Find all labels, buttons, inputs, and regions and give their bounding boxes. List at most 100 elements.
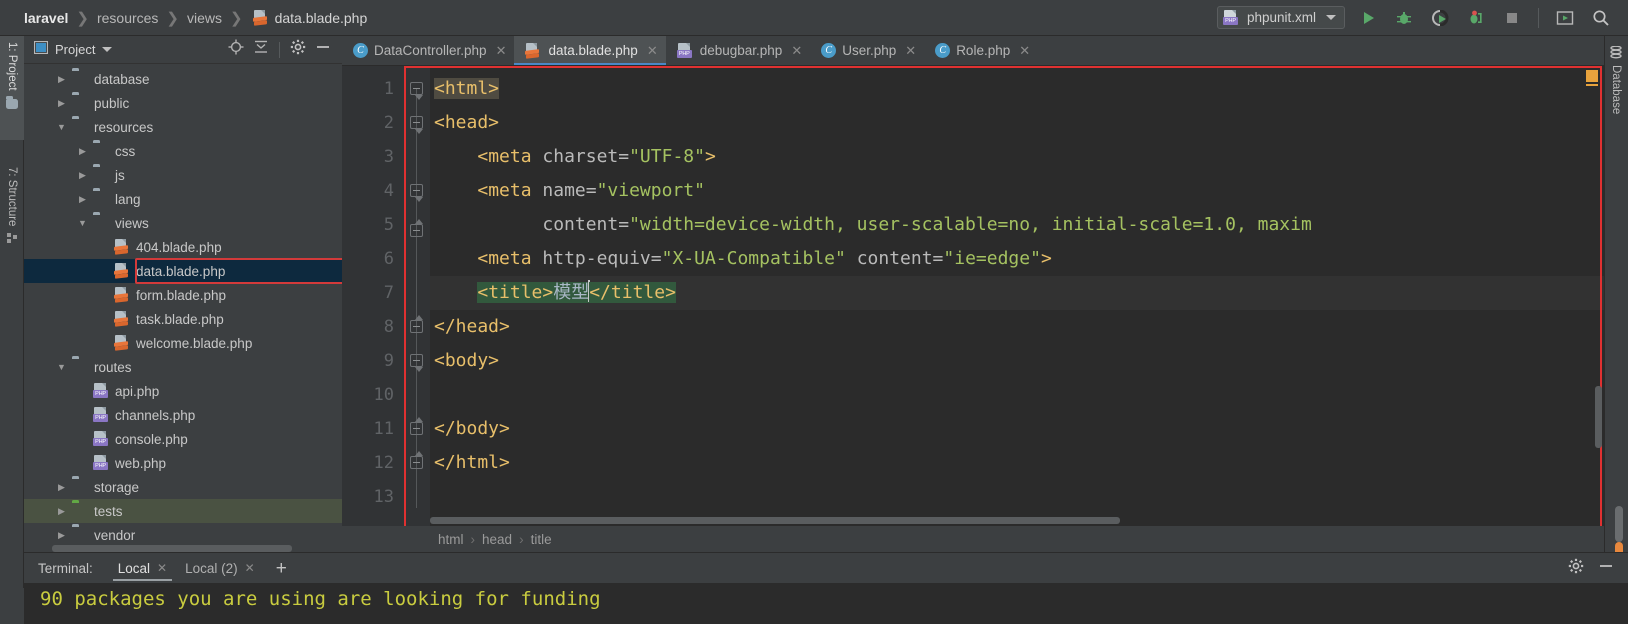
run-with-coverage-button[interactable] [1427,5,1453,31]
tree-item-api-php[interactable]: PHP api.php [24,379,342,403]
php-class-icon: C [935,43,951,58]
search-everywhere-button[interactable] [1588,5,1614,31]
code-horizontal-scrollbar[interactable] [430,517,1120,524]
chevron-right-icon[interactable]: ▶ [55,98,68,109]
code-folding-column[interactable] [404,66,430,526]
tree-item-vendor[interactable]: ▶ vendor [24,523,342,547]
close-icon[interactable]: ✕ [1019,43,1030,59]
fold-marker-head-end[interactable] [410,315,423,333]
tree-item-public[interactable]: ▶ public [24,91,342,115]
chevron-down-icon[interactable] [102,47,113,52]
tree-item-task-blade-php[interactable]: task.blade.php [24,307,342,331]
run-configuration-selector[interactable]: PHP phpunit.xml [1216,6,1345,29]
tree-item-storage[interactable]: ▶ storage [24,475,342,499]
terminal-output[interactable]: 90 packages you are using are looking fo… [24,583,1628,624]
line-number: 1 [383,79,394,99]
fold-marker-meta[interactable] [410,184,423,202]
debug-button[interactable] [1391,5,1417,31]
terminal-tab-local[interactable]: Local ✕ [109,553,176,583]
tree-item-label: task.blade.php [136,311,224,327]
tree-item-resources[interactable]: ▼ resources [24,115,342,139]
sidebar-item-database[interactable]: Database [1604,40,1628,120]
terminal-tab-local-2[interactable]: Local (2) ✕ [176,553,264,583]
breadcrumb-item-file[interactable]: data.blade.php [275,10,368,26]
fold-marker-body[interactable] [410,354,423,372]
fold-marker-html[interactable] [410,82,423,100]
chevron-right-icon[interactable]: ▶ [55,530,68,541]
editor-tab-data-blade-php[interactable]: data.blade.php ✕ [514,36,666,65]
chevron-right-icon[interactable]: ▶ [76,146,89,157]
chevron-down-icon[interactable]: ▼ [55,362,68,372]
tree-item-web-php[interactable]: PHP web.php [24,451,342,475]
fold-marker-meta-end[interactable] [410,219,423,237]
tree-item-console-php[interactable]: PHP console.php [24,427,342,451]
gear-icon[interactable] [290,39,306,60]
warning-marker-square[interactable] [1586,70,1598,82]
tree-item-js[interactable]: ▶ js [24,163,342,187]
editor-tab-label: data.blade.php [548,43,638,58]
restore-layout-button[interactable] [1552,5,1578,31]
chevron-right-icon[interactable]: ▶ [55,482,68,493]
breadcrumb-item-project[interactable]: laravel [24,10,68,26]
tree-item-form-blade-php[interactable]: form.blade.php [24,283,342,307]
breadcrumb-item-resources[interactable]: resources [97,10,158,26]
chevron-right-icon[interactable]: ▶ [76,170,89,181]
close-icon[interactable]: ✕ [791,43,802,59]
tree-item-css[interactable]: ▶ css [24,139,342,163]
tree-item-channels-php[interactable]: PHP channels.php [24,403,342,427]
breadcrumb-title[interactable]: title [531,532,552,547]
close-icon[interactable]: ✕ [647,43,658,59]
chevron-down-icon[interactable]: ▼ [76,218,89,228]
code-editor[interactable]: 1 2 3 4 5 6 7 8 9 10 11 12 13 <html> <head> <meta ch… [342,66,1604,526]
profile-button[interactable] [1463,5,1489,31]
code-vertical-scrollbar[interactable] [1595,386,1602,448]
tree-item-label: data.blade.php [136,263,226,279]
tree-item-welcome-blade-php[interactable]: welcome.blade.php [24,331,342,355]
tree-item-label: tests [94,503,123,519]
sidebar-item-structure[interactable]: 7: Structure [0,161,24,277]
tree-item-routes[interactable]: ▼ routes [24,355,342,379]
breadcrumb-html[interactable]: html [438,532,464,547]
add-terminal-icon[interactable]: + [276,559,287,578]
project-file-tree[interactable]: ▶ database ▶ public ▼ resources ▶ css ▶ js ▶ lang ▼ v… [24,64,342,552]
sidebar-item-project[interactable]: 1: Project [0,36,24,140]
close-icon[interactable]: ✕ [905,43,916,59]
tree-item-database[interactable]: ▶ database [24,67,342,91]
fold-marker-head[interactable] [410,116,423,134]
editor-tab-Role-php[interactable]: C Role.php ✕ [924,36,1038,65]
stop-button[interactable] [1499,5,1525,31]
chevron-right-icon[interactable]: ▶ [55,506,68,517]
editor-tab-DataController-php[interactable]: C DataController.php ✕ [342,36,514,65]
close-icon[interactable]: ✕ [157,561,167,575]
line-number: 9 [383,351,394,371]
fold-marker-html-end[interactable] [410,451,423,469]
tree-item-tests[interactable]: ▶ tests [24,499,342,523]
chevron-right-icon[interactable]: ▶ [76,194,89,205]
fold-marker-body-end[interactable] [410,417,423,435]
sidebar-item-label: Database [1610,65,1622,115]
collapse-all-icon[interactable] [253,39,269,60]
close-icon[interactable]: ✕ [496,43,507,59]
code-line: <meta http-equiv="X-UA-Compatible" conte… [477,248,1052,269]
hide-panel-icon[interactable] [315,39,331,60]
chevron-down-icon[interactable]: ▼ [55,122,68,132]
tree-item-404-blade-php[interactable]: 404.blade.php [24,235,342,259]
tree-item-lang[interactable]: ▶ lang [24,187,342,211]
right-scroll-thumb[interactable] [1615,506,1623,542]
editor-tab-debugbar-php[interactable]: PHP debugbar.php ✕ [666,36,811,65]
locate-icon[interactable] [228,39,244,60]
editor-tab-User-php[interactable]: C User.php ✕ [810,36,924,65]
hide-panel-icon[interactable] [1598,558,1614,579]
tree-horizontal-scrollbar[interactable] [52,545,292,552]
code-text[interactable]: <html> <head> <meta charset="UTF-8"> <me… [430,66,1604,526]
breadcrumb-head[interactable]: head [482,532,512,547]
close-icon[interactable]: ✕ [245,561,255,575]
tree-item-views[interactable]: ▼ views [24,211,342,235]
chevron-right-icon[interactable]: ▶ [55,74,68,85]
breadcrumb-item-views[interactable]: views [187,10,222,26]
run-button[interactable] [1355,5,1381,31]
gear-icon[interactable] [1568,558,1584,579]
tree-item-data-blade-php[interactable]: data.blade.php [24,259,342,283]
